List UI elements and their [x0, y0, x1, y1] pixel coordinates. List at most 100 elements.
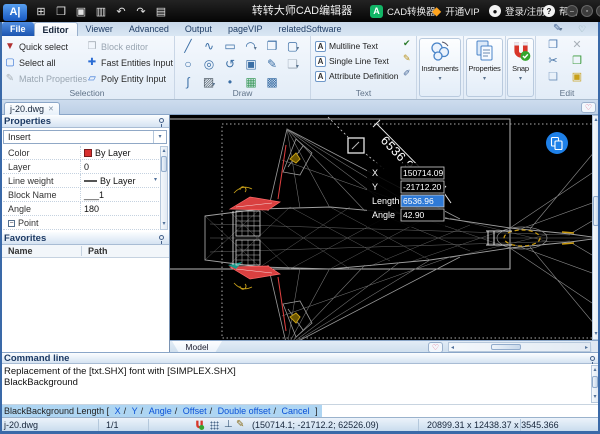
- new-button[interactable]: ⊞: [31, 2, 51, 22]
- commandline-history[interactable]: Replacement of the [txt.SHX] font with […: [0, 364, 600, 404]
- draw-line-button[interactable]: ╱: [179, 38, 197, 54]
- attribute-definition-icon: A: [315, 70, 326, 82]
- document-tab[interactable]: j-20.dwg ✕: [4, 102, 60, 115]
- fast-entities-input-button[interactable]: ✚ Fast Entities Input: [86, 55, 173, 70]
- draw-group-button[interactable]: ❑▾: [284, 56, 302, 72]
- draft-status-icon[interactable]: ✎: [236, 419, 244, 430]
- draw-image-button[interactable]: ▣: [242, 56, 260, 72]
- properties-scrollbar-thumb[interactable]: [161, 156, 167, 172]
- redo-button[interactable]: ↷: [131, 2, 151, 22]
- property-row-blockname[interactable]: Block Name ___1: [3, 188, 159, 202]
- attribute-definition-button[interactable]: A Attribute Definition: [315, 69, 398, 83]
- commandline-header[interactable]: Command line: [0, 352, 600, 365]
- lineweight-dropdown-icon[interactable]: ▾: [154, 176, 157, 183]
- draw-arc-button[interactable]: ↺: [221, 56, 239, 72]
- single-line-text-button[interactable]: A Single Line Text: [315, 54, 389, 68]
- h-scrollbar[interactable]: ◂ ▸: [448, 342, 591, 352]
- copy-button[interactable]: ❏: [546, 70, 560, 84]
- draw-rectangle-button[interactable]: ▭: [221, 38, 239, 54]
- multiline-text-button[interactable]: A Multiline Text: [315, 39, 378, 53]
- tab-viewer[interactable]: Viewer: [78, 22, 121, 36]
- drawing-canvas[interactable]: 6536.96 X Y Length Angle 150714.09 -2171…: [170, 115, 592, 340]
- ribbon-properties-button[interactable]: Properties ▾: [466, 38, 503, 97]
- draw-pen-button[interactable]: ✎: [263, 56, 281, 72]
- tab-output[interactable]: Output: [177, 22, 220, 36]
- print-button[interactable]: ▤: [151, 2, 171, 22]
- delete-button[interactable]: ✕: [570, 38, 584, 52]
- snap-status-icon[interactable]: [194, 419, 205, 431]
- document-tab-close-icon[interactable]: ✕: [48, 105, 54, 113]
- favorites-path-column[interactable]: Path: [81, 246, 108, 256]
- quick-edit-icon[interactable]: ✎▾: [553, 23, 562, 34]
- undo-button[interactable]: ↶: [111, 2, 131, 22]
- command-option-x[interactable]: X: [115, 406, 121, 416]
- draw-polyline-button[interactable]: ◠▾: [242, 38, 260, 54]
- properties-panel-header[interactable]: Properties: [0, 115, 169, 128]
- cut-button[interactable]: ✂: [546, 54, 560, 68]
- tab-advanced[interactable]: Advanced: [121, 22, 177, 36]
- login-button[interactable]: ● 登录/注册: [489, 0, 546, 22]
- paste-special-button[interactable]: ❒: [570, 54, 584, 68]
- match-properties-button[interactable]: ✎ Match Properties: [4, 71, 87, 86]
- command-option-angle[interactable]: Angle: [149, 406, 172, 416]
- properties-scrollbar[interactable]: ▴ ▾: [160, 146, 168, 230]
- open-button[interactable]: ❒: [51, 2, 71, 22]
- command-option-cancel[interactable]: Cancel: [282, 406, 310, 416]
- tab-pagevip[interactable]: pageVIP: [220, 22, 271, 36]
- minimize-button[interactable]: –: [566, 5, 578, 17]
- pin-icon[interactable]: [159, 118, 164, 127]
- save-as-button[interactable]: ▥: [91, 2, 111, 22]
- property-row-layer[interactable]: Layer 0: [3, 160, 159, 174]
- paste-button[interactable]: ❐: [546, 38, 560, 52]
- group-label-selection: Selection: [69, 88, 105, 98]
- instruments-button[interactable]: Instruments ▾: [419, 38, 461, 97]
- tab-editor[interactable]: Editor: [33, 22, 78, 36]
- draw-spline-button[interactable]: ∿: [200, 38, 218, 54]
- draw-region-button[interactable]: ▢▾: [284, 38, 302, 54]
- quick-select-button[interactable]: ▼ Quick select: [4, 39, 68, 54]
- window-title: 转转大师CAD编辑器: [251, 5, 353, 17]
- collapse-icon[interactable]: −: [8, 219, 15, 227]
- draw-ellipse-button[interactable]: ◎: [200, 56, 218, 72]
- snap-button[interactable]: Snap ▾: [507, 38, 534, 97]
- tab-file[interactable]: File: [2, 22, 34, 36]
- vip-button[interactable]: ◆ 开通VIP: [432, 0, 480, 22]
- text-attr-edit-icon[interactable]: ✐: [403, 68, 411, 79]
- favorites-name-column[interactable]: Name: [8, 246, 33, 256]
- draw-circle-button[interactable]: ○: [179, 56, 197, 72]
- maximize-button[interactable]: ▫: [581, 5, 593, 17]
- property-row-color[interactable]: Color By Layer: [3, 146, 159, 160]
- drawing-canvas-svg[interactable]: 6536.96 X Y Length Angle 150714.09 -2171…: [170, 115, 592, 340]
- poly-entity-input-button[interactable]: ▱ Poly Entity Input: [86, 71, 166, 86]
- property-row-lineweight[interactable]: Line weight By Layer ▾: [3, 174, 159, 188]
- save-button[interactable]: ▣: [71, 2, 91, 22]
- h-scrollbar-thumb[interactable]: [491, 344, 521, 350]
- favorites-panel-header[interactable]: Favorites: [0, 232, 169, 245]
- tooltip-angle-label: Angle: [372, 210, 395, 220]
- canvas-action-button[interactable]: [546, 132, 568, 154]
- command-input-line[interactable]: BlackBackground Length [ X / Y / Angle / Of…: [0, 404, 600, 417]
- text-check-icon[interactable]: ✔: [403, 38, 411, 49]
- ortho-status-icon[interactable]: ⊥: [224, 419, 233, 430]
- pin-icon[interactable]: [590, 356, 595, 365]
- draw-block-button[interactable]: ❐: [263, 38, 281, 54]
- command-option-offset[interactable]: Offset: [183, 406, 207, 416]
- canvas-collapse-top-button[interactable]: ♡: [581, 102, 596, 113]
- tooltip-angle-value: 42.90: [403, 210, 425, 220]
- select-all-button[interactable]: ▢ Select all: [4, 55, 55, 70]
- property-row-point[interactable]: − Point: [3, 216, 159, 230]
- command-option-y[interactable]: Y: [132, 406, 138, 416]
- command-option-double-offset[interactable]: Double offset: [218, 406, 271, 416]
- cad-converter-button[interactable]: A CAD转换器: [370, 0, 436, 22]
- ribbon-collapse-icon[interactable]: ♡: [578, 24, 586, 35]
- property-row-angle[interactable]: Angle 180: [3, 202, 159, 216]
- pin-icon[interactable]: [159, 235, 164, 244]
- block-editor-button[interactable]: ❒ Block editor: [86, 39, 149, 54]
- block-edit-button[interactable]: ▣: [570, 70, 584, 84]
- close-button[interactable]: ✕: [596, 5, 600, 17]
- text-edit-icon[interactable]: ✎: [403, 53, 411, 64]
- tab-relatedsoftware[interactable]: relatedSoftware: [270, 22, 349, 36]
- entity-type-selector[interactable]: Insert ▾: [3, 130, 167, 144]
- app-logo-icon[interactable]: A|: [3, 3, 27, 21]
- grid-status-icon[interactable]: [210, 421, 219, 430]
